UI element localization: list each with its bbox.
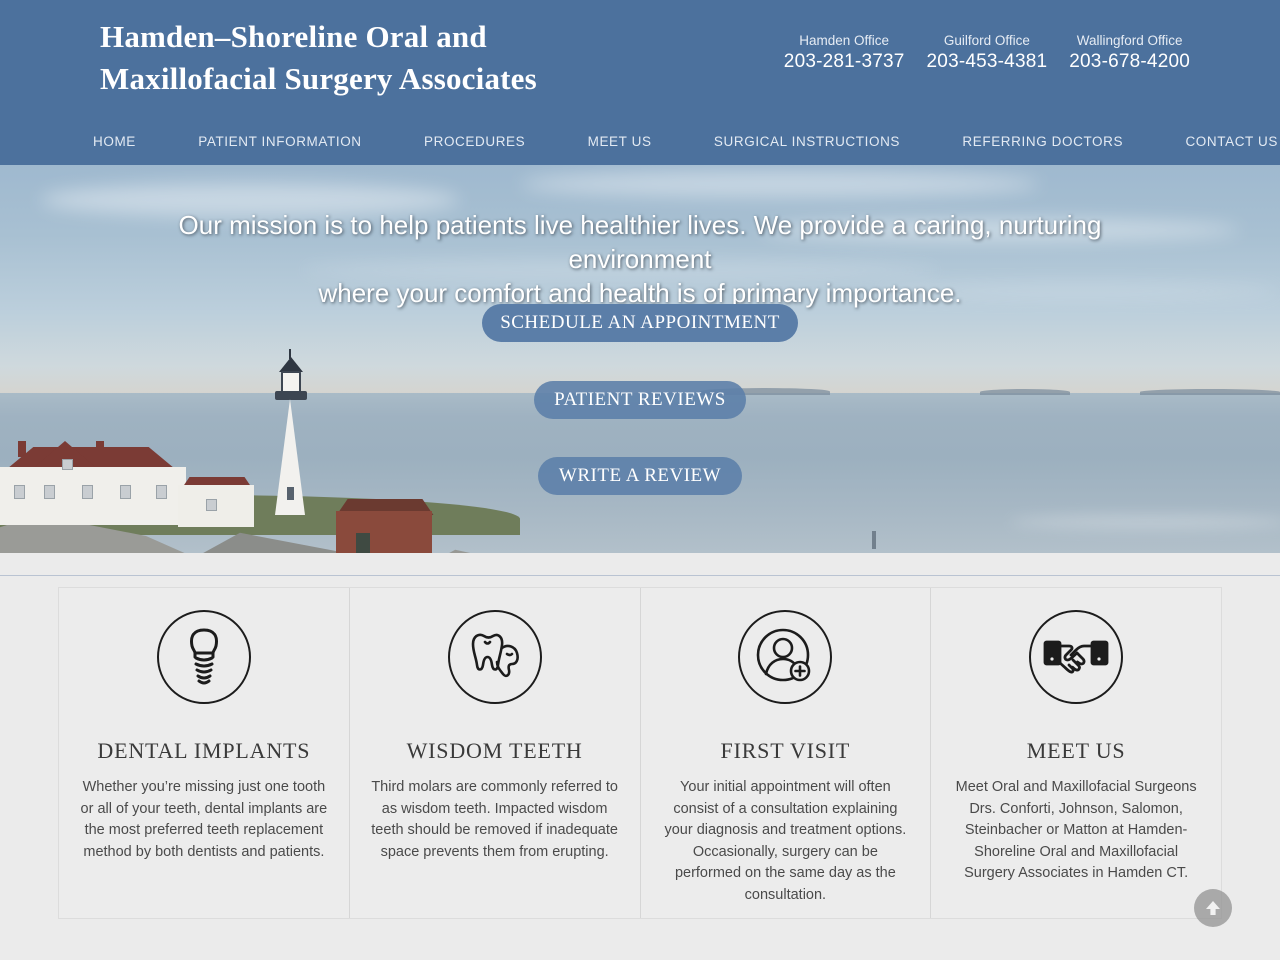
card-wisdom-teeth[interactable]: WISDOM TEETH Third molars are commonly r… <box>348 588 640 918</box>
distant-island <box>980 389 1070 395</box>
nav-list: HOME PATIENT INFORMATION PROCEDURES MEET… <box>93 134 1278 149</box>
office-hamden: Hamden Office 203-281-3737 <box>784 32 905 74</box>
nav-item-home[interactable]: HOME <box>93 134 136 149</box>
office-phone-list: Hamden Office 203-281-3737 Guilford Offi… <box>784 32 1190 74</box>
hero-tagline-line-1: Our mission is to help patients live hea… <box>178 210 1102 274</box>
office-guilford: Guilford Office 203-453-4381 <box>927 32 1048 74</box>
office-name: Hamden Office <box>799 33 890 48</box>
card-title: DENTAL IMPLANTS <box>97 738 311 763</box>
divider-rule <box>0 575 1280 576</box>
office-wallingford: Wallingford Office 203-678-4200 <box>1069 32 1190 74</box>
keepers-house-illustration <box>0 441 254 527</box>
hero-banner: Our mission is to help patients live hea… <box>0 165 1280 553</box>
hero-tagline: Our mission is to help patients live hea… <box>110 208 1170 310</box>
cloud-shape <box>520 171 1040 197</box>
card-dental-implants[interactable]: DENTAL IMPLANTS Whether you’re missing j… <box>59 588 349 918</box>
office-phone-link[interactable]: 203-453-4381 <box>927 49 1048 74</box>
cards-container: DENTAL IMPLANTS Whether you’re missing j… <box>58 587 1222 919</box>
site-header: Hamden–Shoreline Oral and Maxillofacial … <box>0 0 1280 165</box>
lighthouse-illustration <box>263 347 319 515</box>
card-first-visit[interactable]: FIRST VISIT Your initial appointment wil… <box>639 588 931 918</box>
office-name: Guilford Office <box>943 33 1030 48</box>
section-divider <box>0 553 1280 587</box>
card-description: Meet Oral and Maxillofacial Surgeons Drs… <box>955 779 1197 881</box>
office-phone-link[interactable]: 203-281-3737 <box>784 49 905 74</box>
nav-item-meet-us[interactable]: MEET US <box>588 134 652 149</box>
patient-reviews-button[interactable]: PATIENT REVIEWS <box>534 381 746 419</box>
wave-foam <box>1010 515 1280 529</box>
nav-item-surgical-instructions[interactable]: SURGICAL INSTRUCTIONS <box>714 134 900 149</box>
scroll-to-top-button[interactable] <box>1194 889 1232 927</box>
brick-outbuilding-illustration <box>330 495 440 553</box>
nav-item-referring-doctors[interactable]: REFERRING DOCTORS <box>962 134 1123 149</box>
schedule-appointment-button[interactable]: SCHEDULE AN APPOINTMENT <box>482 304 798 342</box>
brand-line-2: Maxillofacial Surgery Associates <box>100 61 537 96</box>
main-navigation: HOME PATIENT INFORMATION PROCEDURES MEET… <box>0 118 1280 165</box>
card-description: Your initial appointment will often cons… <box>664 779 907 903</box>
dental-implant-icon <box>156 610 251 704</box>
nav-item-patient-information[interactable]: PATIENT INFORMATION <box>198 134 361 149</box>
patient-add-icon <box>738 610 833 704</box>
write-review-button[interactable]: WRITE A REVIEW <box>538 457 742 495</box>
card-description: Whether you’re missing just one tooth or… <box>80 779 328 860</box>
card-meet-us[interactable]: MEET US Meet Oral and Maxillofacial Surg… <box>930 588 1221 918</box>
card-title: WISDOM TEETH <box>406 738 583 763</box>
card-title: FIRST VISIT <box>720 738 851 763</box>
nav-item-contact-us[interactable]: CONTACT US <box>1185 134 1278 149</box>
distant-island <box>1140 389 1280 395</box>
handshake-icon <box>1029 610 1124 704</box>
highlight-cards-section: DENTAL IMPLANTS Whether you’re missing j… <box>0 587 1280 955</box>
card-description: Third molars are commonly referred to as… <box>371 779 618 860</box>
card-title: MEET US <box>1026 738 1126 763</box>
site-logo-title[interactable]: Hamden–Shoreline Oral and Maxillofacial … <box>100 16 720 100</box>
office-phone-link[interactable]: 203-678-4200 <box>1069 49 1190 74</box>
arrow-up-icon <box>1206 901 1220 915</box>
office-name: Wallingford Office <box>1076 33 1183 48</box>
nav-item-procedures[interactable]: PROCEDURES <box>424 134 525 149</box>
wisdom-teeth-icon <box>447 610 542 704</box>
brand-line-1: Hamden–Shoreline Oral and <box>100 19 487 54</box>
